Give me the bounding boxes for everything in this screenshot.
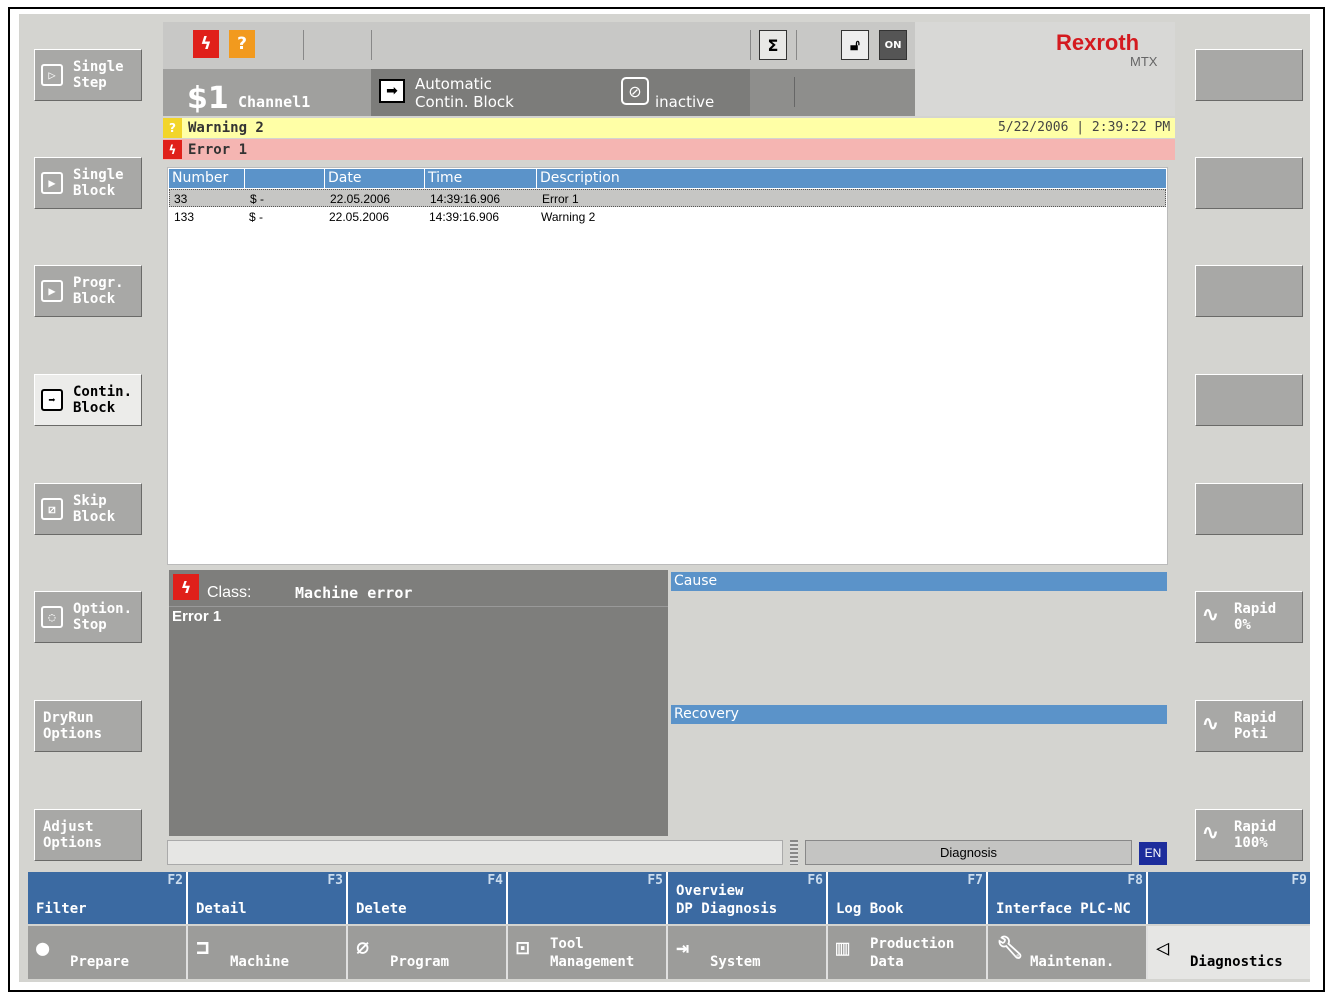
tab-diagnostics[interactable]: ◁ Diagnostics [1148, 926, 1310, 979]
right-softkey-3[interactable] [1195, 265, 1303, 317]
progr-block-icon: ▶ [41, 280, 63, 302]
message-list[interactable] [167, 167, 1168, 565]
system-icon: ⇥ [676, 936, 690, 961]
f4-delete[interactable]: F4 Delete [348, 872, 508, 924]
single-block-button[interactable]: ▶ Single Block [34, 157, 142, 209]
right-softkey-4[interactable] [1195, 374, 1303, 426]
detail-message: Error 1 [172, 608, 222, 625]
tab-system[interactable]: ⇥ System [668, 926, 828, 979]
tab-production-data[interactable]: ▥ Production Data [828, 926, 988, 979]
channel-panel[interactable]: $1 Channel1 [163, 69, 371, 116]
program-icon: ⌀ [356, 936, 370, 961]
dryrun-options-button[interactable]: DryRun Options [34, 700, 142, 752]
f9-empty[interactable]: F9 [1148, 872, 1310, 924]
f6-overview-dp-diagnosis[interactable]: F6 Overview DP Diagnosis [668, 872, 828, 924]
channel-prefix: $1 [187, 81, 229, 116]
message-detail-panel: ϟ Class: Machine error Error 1 [169, 570, 668, 836]
mode-panel[interactable]: ➡ Automatic Contin. Block ⊘ inactive [371, 69, 750, 116]
class-value: Machine error [295, 584, 413, 602]
wave-icon: ∿ [1202, 711, 1219, 735]
contin-block-icon: ➡ [41, 389, 63, 411]
recovery-header: Recovery [671, 705, 1167, 724]
sum-icon[interactable]: Σ [759, 30, 787, 60]
brand-sub: MTX [1130, 54, 1158, 69]
inactive-icon: ⊘ [621, 77, 649, 105]
error-text: Error 1 [188, 142, 248, 158]
tab-program[interactable]: ⌀ Program [348, 926, 508, 979]
rapid-0-button[interactable]: ∿ Rapid 0% [1195, 591, 1303, 643]
production-data-icon: ▥ [836, 936, 850, 961]
status-input[interactable] [167, 840, 783, 865]
right-softkey-2[interactable] [1195, 157, 1303, 209]
mode-panel-extra [750, 69, 915, 116]
channel-name: Channel1 [238, 93, 311, 111]
divider [750, 30, 751, 60]
on-icon[interactable]: ON [879, 30, 907, 60]
language-badge[interactable]: EN [1139, 842, 1167, 865]
timestamp: 5/22/2006 | 2:39:22 PM [998, 120, 1171, 135]
class-label: Class: [207, 584, 252, 601]
col-description[interactable]: Description [540, 170, 620, 186]
tab-tool-management[interactable]: ⊡ Tool Management [508, 926, 668, 979]
tool-management-icon: ⊡ [516, 936, 530, 961]
lock-icon[interactable]: 🔓︎ [841, 30, 869, 60]
f8-interface-plc-nc[interactable]: F8 Interface PLC-NC [988, 872, 1148, 924]
single-block-icon: ▶ [41, 172, 63, 194]
error-icon: ϟ [163, 140, 182, 159]
cause-header: Cause [671, 572, 1167, 591]
rapid-100-button[interactable]: ∿ Rapid 100% [1195, 809, 1303, 861]
f2-filter[interactable]: F2 Filter [28, 872, 188, 924]
diagnostics-icon: ◁ [1156, 936, 1170, 961]
warning-indicator-icon[interactable]: ? [229, 30, 255, 58]
tab-prepare[interactable]: ● Prepare [28, 926, 188, 979]
machine-icon: ⊐ [196, 936, 210, 961]
f7-log-book[interactable]: F7 Log Book [828, 872, 988, 924]
prepare-icon: ● [36, 936, 50, 961]
screen-name: Diagnosis [805, 840, 1132, 865]
skip-block-icon: ⧄ [41, 498, 63, 520]
table-row[interactable]: 33 $ - 22.05.2006 14:39:16.906 Error 1 [169, 189, 1166, 207]
brand-logo: Rexroth [1056, 30, 1140, 55]
error-class-icon: ϟ [173, 574, 199, 600]
warning-icon: ? [163, 118, 182, 138]
wave-icon: ∿ [1202, 820, 1219, 844]
right-softkey-1[interactable] [1195, 49, 1303, 101]
right-softkey-5[interactable] [1195, 483, 1303, 535]
single-step-button[interactable]: ▷ Single Step [34, 49, 142, 101]
option-stop-icon: ◌ [41, 606, 63, 628]
contin-block-mode-icon: ➡ [379, 79, 405, 103]
warning-text: Warning 2 [188, 120, 264, 136]
error-bar[interactable] [163, 139, 1175, 160]
col-date[interactable]: Date [328, 170, 361, 186]
message-list-header: Number Date Time Description [169, 169, 1166, 188]
option-stop-button[interactable]: ◌ Option. Stop [34, 591, 142, 643]
col-time[interactable]: Time [428, 170, 462, 186]
tab-maintenance[interactable]: 🔧︎ Maintenan. [988, 926, 1148, 979]
wave-icon: ∿ [1202, 602, 1219, 626]
progr-block-button[interactable]: ▶ Progr. Block [34, 265, 142, 317]
state-label: inactive [655, 93, 715, 111]
table-row[interactable]: 133 $ - 22.05.2006 14:39:16.906 Warning … [169, 208, 1166, 226]
error-indicator-icon[interactable]: ϟ [193, 30, 219, 58]
maintenance-icon: 🔧︎ [996, 936, 1024, 961]
contin-block-button[interactable]: ➡ Contin. Block [34, 374, 142, 426]
f3-detail[interactable]: F3 Detail [188, 872, 348, 924]
splitter-handle[interactable] [790, 840, 798, 865]
single-step-icon: ▷ [41, 64, 63, 86]
divider [303, 30, 304, 60]
skip-block-button[interactable]: ⧄ Skip Block [34, 483, 142, 535]
col-number[interactable]: Number [172, 170, 228, 186]
divider [796, 30, 797, 60]
divider [371, 30, 372, 60]
rapid-poti-button[interactable]: ∿ Rapid Poti [1195, 700, 1303, 752]
f5-empty[interactable]: F5 [508, 872, 668, 924]
adjust-options-button[interactable]: Adjust Options [34, 809, 142, 861]
tab-machine[interactable]: ⊐ Machine [188, 926, 348, 979]
